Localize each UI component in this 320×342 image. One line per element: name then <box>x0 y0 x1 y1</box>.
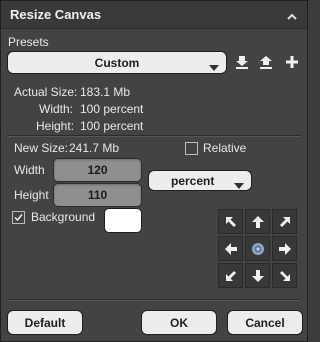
anchor-right-button[interactable] <box>272 236 297 261</box>
background-label: Background <box>31 210 96 224</box>
unit-selected-value: percent <box>171 173 215 188</box>
dropdown-arrow-icon <box>209 60 219 74</box>
width-input-value: 120 <box>87 163 108 177</box>
presets-label: Presets <box>8 35 49 49</box>
arrow-down-right-icon <box>279 270 290 281</box>
height-label: Height <box>14 188 49 202</box>
arrow-left-icon <box>224 242 237 255</box>
anchor-top-right-button[interactable] <box>272 209 297 234</box>
chevron-up-icon[interactable] <box>287 9 297 27</box>
anchor-bottom-left-button[interactable] <box>218 263 243 288</box>
height-input[interactable]: 110 <box>53 183 142 207</box>
resize-canvas-panel: Resize Canvas Presets Custom Actual Size… <box>0 0 308 342</box>
default-button[interactable]: Default <box>7 310 83 335</box>
presets-dropdown[interactable]: Custom <box>7 51 227 74</box>
new-size-value: 241.7 Mb <box>69 141 120 155</box>
unit-dropdown[interactable]: percent <box>148 170 252 191</box>
background-color-swatch[interactable] <box>104 208 142 233</box>
actual-size-label: Actual Size: <box>14 85 78 99</box>
actual-height-value: 100 percent <box>80 119 144 133</box>
relative-label: Relative <box>203 141 247 155</box>
actual-size-value: 183.1 Mb <box>80 85 131 99</box>
width-input[interactable]: 120 <box>53 158 142 182</box>
section-divider <box>7 135 301 137</box>
relative-checkbox[interactable] <box>185 142 198 155</box>
height-input-value: 110 <box>87 188 108 202</box>
arrow-right-icon <box>278 242 291 255</box>
anchor-bottom-button[interactable] <box>245 263 270 288</box>
add-preset-icon[interactable] <box>284 54 300 70</box>
actual-height-label: Height: <box>36 119 75 133</box>
save-preset-icon[interactable] <box>258 54 274 70</box>
panel-titlebar[interactable]: Resize Canvas <box>1 1 307 29</box>
panel-title: Resize Canvas <box>10 7 102 22</box>
presets-selected-value: Custom <box>94 55 140 70</box>
arrow-up-right-icon <box>279 216 290 227</box>
arrow-down-icon <box>251 269 264 282</box>
center-anchor-icon <box>251 242 264 255</box>
ok-button-label: OK <box>170 315 188 330</box>
new-size-label: New Size: <box>14 141 69 155</box>
width-label: Width <box>14 163 45 177</box>
anchor-left-button[interactable] <box>218 236 243 261</box>
footer-divider <box>7 299 301 301</box>
anchor-top-button[interactable] <box>245 209 270 234</box>
arrow-down-left-icon <box>225 270 236 281</box>
ok-button[interactable]: OK <box>141 310 217 335</box>
arrow-up-icon <box>251 215 264 228</box>
arrow-up-left-icon <box>225 216 236 227</box>
dropdown-arrow-icon <box>234 178 244 192</box>
cancel-button[interactable]: Cancel <box>227 310 303 335</box>
actual-width-label: Width: <box>39 102 74 116</box>
anchor-bottom-right-button[interactable] <box>272 263 297 288</box>
load-preset-icon[interactable] <box>234 54 250 70</box>
default-button-label: Default <box>24 315 66 330</box>
checkmark-icon <box>14 214 23 222</box>
cancel-button-label: Cancel <box>245 315 285 330</box>
anchor-top-left-button[interactable] <box>218 209 243 234</box>
anchor-center-button[interactable] <box>245 236 270 261</box>
actual-width-value: 100 percent <box>80 102 144 116</box>
background-checkbox[interactable] <box>12 211 25 224</box>
